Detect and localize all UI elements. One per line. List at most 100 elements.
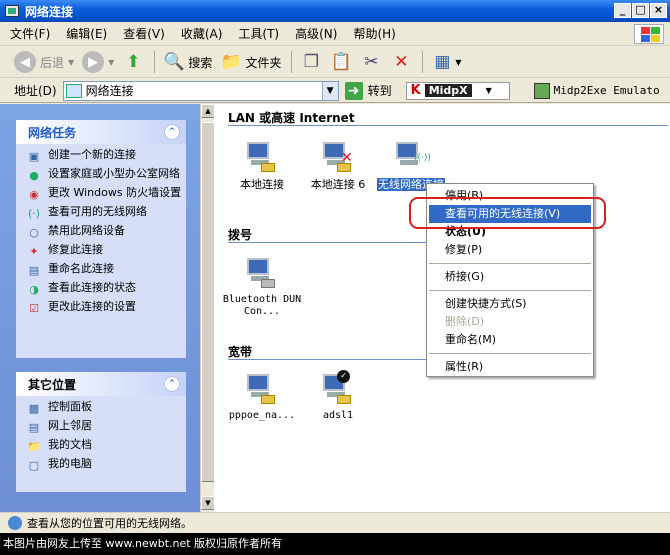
group-lan-title: LAN 或高速 Internet: [228, 111, 355, 125]
place-network-places[interactable]: ▤ 网上邻居: [26, 420, 186, 435]
minimize-button[interactable]: _: [614, 3, 631, 18]
title-bar[interactable]: 网络连接 _ □ ×: [0, 0, 670, 22]
address-label: 地址(D): [14, 84, 57, 98]
task-view-wireless[interactable]: (·) 查看可用的无线网络: [26, 206, 186, 221]
task-label: 查看此连接的状态: [48, 281, 136, 294]
menu-advanced[interactable]: 高级(N): [295, 25, 337, 42]
network-tasks-panel: 网络任务 ⌃ ▣ 创建一个新的连接 ● 设置家庭或小型办公室网络 ◉ 更改 Windo…: [16, 120, 186, 358]
forward-dropdown-icon: ▼: [108, 57, 115, 67]
up-folder-icon: ⬆: [126, 52, 141, 72]
menu-bar: 文件(F) 编辑(E) 查看(V) 收藏(A) 工具(T) 高级(N) 帮助(H…: [0, 22, 670, 46]
collapse-chevron-icon[interactable]: ⌃: [164, 376, 180, 392]
network-tasks-header[interactable]: 网络任务 ⌃: [16, 120, 186, 144]
midp2exe-label: Midp2Exe Emulato: [553, 84, 660, 97]
menu-rename[interactable]: 重命名(M): [427, 331, 593, 349]
paste-button[interactable]: 📋: [330, 51, 352, 73]
midpx-dropdown-icon: ▼: [485, 86, 492, 95]
menu-separator: [429, 290, 591, 291]
task-label: 更改 Windows 防火墙设置: [48, 186, 182, 199]
other-places-title: 其它位置: [28, 377, 77, 392]
delete-button[interactable]: ✕: [390, 51, 412, 73]
copy-button[interactable]: ❐: [300, 51, 322, 73]
menu-file[interactable]: 文件(F): [10, 25, 50, 42]
go-button[interactable]: 转到: [368, 82, 392, 99]
control-panel-icon: ▩: [28, 401, 40, 415]
menu-edit[interactable]: 编辑(E): [66, 25, 107, 42]
address-bar: 地址(D) 网络连接 ▼ ➜ 转到 K MidpX ▼ Midp2Exe Emu…: [0, 79, 670, 103]
collapse-chevron-icon[interactable]: ⌃: [164, 124, 180, 140]
annotation-highlight-oval: [409, 197, 606, 229]
broadband-default-icon: ✓: [321, 370, 355, 406]
menu-help[interactable]: 帮助(H): [353, 25, 395, 42]
search-icon: 🔍: [163, 52, 185, 72]
menu-separator: [429, 263, 591, 264]
lan-disconnected-icon: ✕: [321, 140, 355, 174]
menu-tools[interactable]: 工具(T): [238, 25, 279, 42]
forward-button[interactable]: ▶ ▼: [82, 51, 114, 73]
views-button[interactable]: ▦ ▼: [431, 51, 461, 73]
connection-pppoe[interactable]: pppoe_na...: [222, 372, 302, 422]
search-label: 搜索: [188, 55, 213, 70]
task-pane-scrollbar[interactable]: ▲ ▼: [200, 104, 215, 512]
search-button[interactable]: 🔍 搜索: [163, 51, 213, 73]
repair-icon: ✦: [29, 244, 39, 258]
task-home-network[interactable]: ● 设置家庭或小型办公室网络: [26, 168, 186, 183]
group-divider: [228, 359, 428, 360]
network-connections-icon: [5, 5, 19, 17]
midp2exe-toolbar-button[interactable]: Midp2Exe Emulato: [533, 82, 660, 99]
menu-create-shortcut[interactable]: 创建快捷方式(S): [427, 295, 593, 313]
status-bar: 查看从您的位置可用的无线网络。: [0, 512, 670, 533]
scroll-down-arrow-icon[interactable]: ▼: [201, 496, 215, 510]
task-view-status[interactable]: ◑ 查看此连接的状态: [26, 282, 186, 297]
cut-button[interactable]: ✂: [360, 51, 382, 73]
task-rename-connection[interactable]: ▤ 重命名此连接: [26, 263, 186, 278]
connection-label: 本地连接: [240, 178, 284, 191]
go-arrow-icon[interactable]: ➜: [344, 81, 363, 100]
status-icon: ◑: [29, 282, 39, 296]
place-my-computer[interactable]: ▢ 我的电脑: [26, 458, 186, 473]
menu-favorites[interactable]: 收藏(A): [181, 25, 223, 42]
scroll-thumb[interactable]: [201, 122, 215, 482]
task-disable-device[interactable]: ○ 禁用此网络设备: [26, 225, 186, 240]
connection-local-6[interactable]: ✕ 本地连接 6: [298, 140, 378, 191]
connection-label: Bluetooth DUN Con...: [222, 294, 302, 317]
new-connection-icon: ▣: [28, 149, 40, 163]
paste-icon: 📋: [330, 52, 352, 72]
group-divider: [228, 125, 668, 126]
views-dropdown-icon: ▼: [455, 57, 462, 67]
place-control-panel[interactable]: ▩ 控制面板: [26, 401, 186, 416]
folders-button[interactable]: 📁 文件夹: [220, 51, 282, 73]
scroll-up-arrow-icon[interactable]: ▲: [201, 104, 215, 118]
task-create-connection[interactable]: ▣ 创建一个新的连接: [26, 149, 186, 164]
group-divider: [228, 242, 428, 243]
task-firewall[interactable]: ◉ 更改 Windows 防火墙设置: [26, 187, 186, 202]
menu-separator: [429, 353, 591, 354]
midpx-toolbar-button[interactable]: K MidpX ▼: [405, 81, 510, 100]
connection-local-1[interactable]: 本地连接: [222, 140, 302, 191]
wireless-connection-icon: ((·)): [394, 140, 431, 174]
address-dropdown-icon[interactable]: ▼: [321, 81, 338, 100]
up-button[interactable]: ⬆: [122, 51, 144, 73]
menu-properties[interactable]: 属性(R): [427, 358, 593, 376]
folders-label: 文件夹: [245, 55, 282, 70]
task-change-settings[interactable]: ☑ 更改此连接的设置: [26, 301, 186, 316]
forward-arrow-icon: ▶: [82, 51, 105, 73]
close-button[interactable]: ×: [650, 3, 667, 18]
menu-view[interactable]: 查看(V): [123, 25, 165, 42]
place-label: 网上邻居: [48, 419, 92, 432]
menu-bridge[interactable]: 桥接(G): [427, 268, 593, 286]
connection-bluetooth[interactable]: Bluetooth DUN Con...: [222, 256, 302, 318]
back-button[interactable]: ◀ 后退 ▼: [14, 51, 74, 73]
maximize-button[interactable]: □: [632, 3, 649, 18]
menu-repair[interactable]: 修复(P): [427, 241, 593, 259]
midp2exe-icon: [533, 82, 550, 99]
address-input[interactable]: 网络连接 ▼: [62, 80, 339, 101]
connection-label: adsl1: [322, 410, 354, 421]
connection-adsl[interactable]: ✓ adsl1: [298, 370, 378, 422]
task-repair-connection[interactable]: ✦ 修复此连接: [26, 244, 186, 259]
place-my-documents[interactable]: 📁 我的文档: [26, 439, 186, 454]
other-places-header[interactable]: 其它位置 ⌃: [16, 372, 186, 396]
wireless-icon: (·): [27, 206, 41, 220]
task-label: 修复此连接: [48, 243, 103, 256]
menu-delete: 删除(D): [445, 315, 485, 328]
